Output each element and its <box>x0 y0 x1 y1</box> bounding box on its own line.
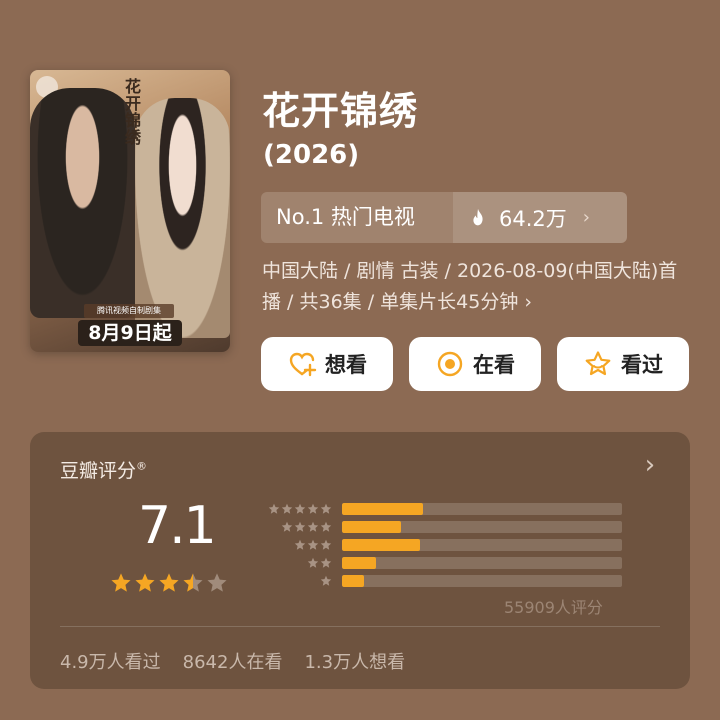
movie-meta-info[interactable]: 中国大陆 / 剧情 古装 / 2026-08-09(中国大陆)首播 / 共36集… <box>262 256 692 318</box>
watching-label: 在看 <box>473 353 515 377</box>
rating-distribution <box>252 500 622 590</box>
distribution-star-label <box>252 539 332 551</box>
want-to-watch-button[interactable]: 想看 <box>261 337 393 391</box>
distribution-bar-fill <box>342 539 421 551</box>
distribution-row-1-star <box>252 572 622 590</box>
rank-label: No.1 热门电视 <box>276 205 415 229</box>
star-icon <box>135 573 155 592</box>
distribution-star-label <box>252 521 332 533</box>
watching-button[interactable]: 在看 <box>409 337 541 391</box>
poster-vertical-title: 花开锦绣 <box>124 77 141 147</box>
poster-tag: 腾讯视频自制剧集 <box>84 304 174 318</box>
trademark-mark: ® <box>136 459 148 473</box>
card-divider <box>60 626 660 627</box>
score-stars <box>110 572 228 594</box>
heat-section[interactable]: 64.2万 › <box>453 192 627 243</box>
small-star-icon <box>307 557 319 568</box>
flame-icon <box>473 208 483 225</box>
heart-plus-icon <box>289 352 317 377</box>
distribution-bar-track <box>342 575 622 587</box>
distribution-star-label <box>252 503 332 515</box>
small-star-icon <box>320 575 332 586</box>
distribution-bar-fill <box>342 557 376 569</box>
target-circle-icon <box>437 351 463 377</box>
small-star-icon <box>281 521 293 532</box>
action-buttons: 想看 在看 看过 <box>261 337 689 391</box>
star-outline-icon <box>585 351 611 376</box>
distribution-bar-fill <box>342 575 365 587</box>
small-star-icon <box>294 539 306 550</box>
watched-count[interactable]: 4.9万人看过 <box>60 648 161 674</box>
rating-card-title: 豆瓣评分® <box>60 456 147 483</box>
small-star-icon <box>307 539 319 550</box>
watching-count[interactable]: 8642人在看 <box>183 648 283 674</box>
rating-source-label: 豆瓣评分 <box>60 460 137 482</box>
rank-banner[interactable]: No.1 热门电视 64.2万 › <box>261 192 627 243</box>
small-star-icon <box>320 557 332 568</box>
distribution-bar-track <box>342 539 622 551</box>
heat-value: 64.2万 <box>499 206 567 231</box>
poster-female-figure <box>135 98 230 338</box>
distribution-star-label <box>252 575 332 587</box>
distribution-bar-track <box>342 521 622 533</box>
want-to-watch-label: 想看 <box>325 353 367 377</box>
small-star-icon <box>307 521 319 532</box>
small-star-icon <box>294 503 306 514</box>
distribution-row-3-star <box>252 536 622 554</box>
star-icon <box>207 573 227 592</box>
small-star-icon <box>320 539 332 550</box>
distribution-star-label <box>252 557 332 569</box>
star-icon <box>183 573 203 592</box>
star-icon <box>111 573 131 592</box>
chevron-right-icon[interactable]: › <box>640 450 660 480</box>
distribution-bar-track <box>342 557 622 569</box>
distribution-row-2-star <box>252 554 622 572</box>
watched-button[interactable]: 看过 <box>557 337 689 391</box>
release-year: (2026) <box>263 140 360 170</box>
poster-date-badge: 8月9日起 <box>78 320 182 346</box>
watched-label: 看过 <box>621 353 663 377</box>
distribution-bar-fill <box>342 521 401 533</box>
rating-count: 55909人评分 <box>504 598 603 617</box>
poster-image[interactable]: 花开锦绣 腾讯视频自制剧集 8月9日起 <box>30 70 230 352</box>
star-icon <box>159 573 179 592</box>
chevron-right-icon: › <box>582 207 590 228</box>
distribution-row-4-star <box>252 518 622 536</box>
small-star-icon <box>320 503 332 514</box>
small-star-icon <box>320 521 332 532</box>
small-star-icon <box>294 521 306 532</box>
distribution-bar-fill <box>342 503 424 515</box>
want-count[interactable]: 1.3万人想看 <box>304 648 405 674</box>
distribution-row-5-star <box>252 500 622 518</box>
rating-card[interactable]: 豆瓣评分® › 7.1 55909人评分 4.9万人看过 8642人在看 1.3… <box>30 432 690 689</box>
distribution-bar-track <box>342 503 622 515</box>
page-title: 花开锦绣 <box>262 89 419 133</box>
small-star-icon <box>307 503 319 514</box>
small-star-icon <box>268 503 280 514</box>
audience-stats: 4.9万人看过 8642人在看 1.3万人想看 <box>60 648 405 674</box>
small-star-icon <box>281 503 293 514</box>
rating-score: 7.1 <box>138 496 217 556</box>
